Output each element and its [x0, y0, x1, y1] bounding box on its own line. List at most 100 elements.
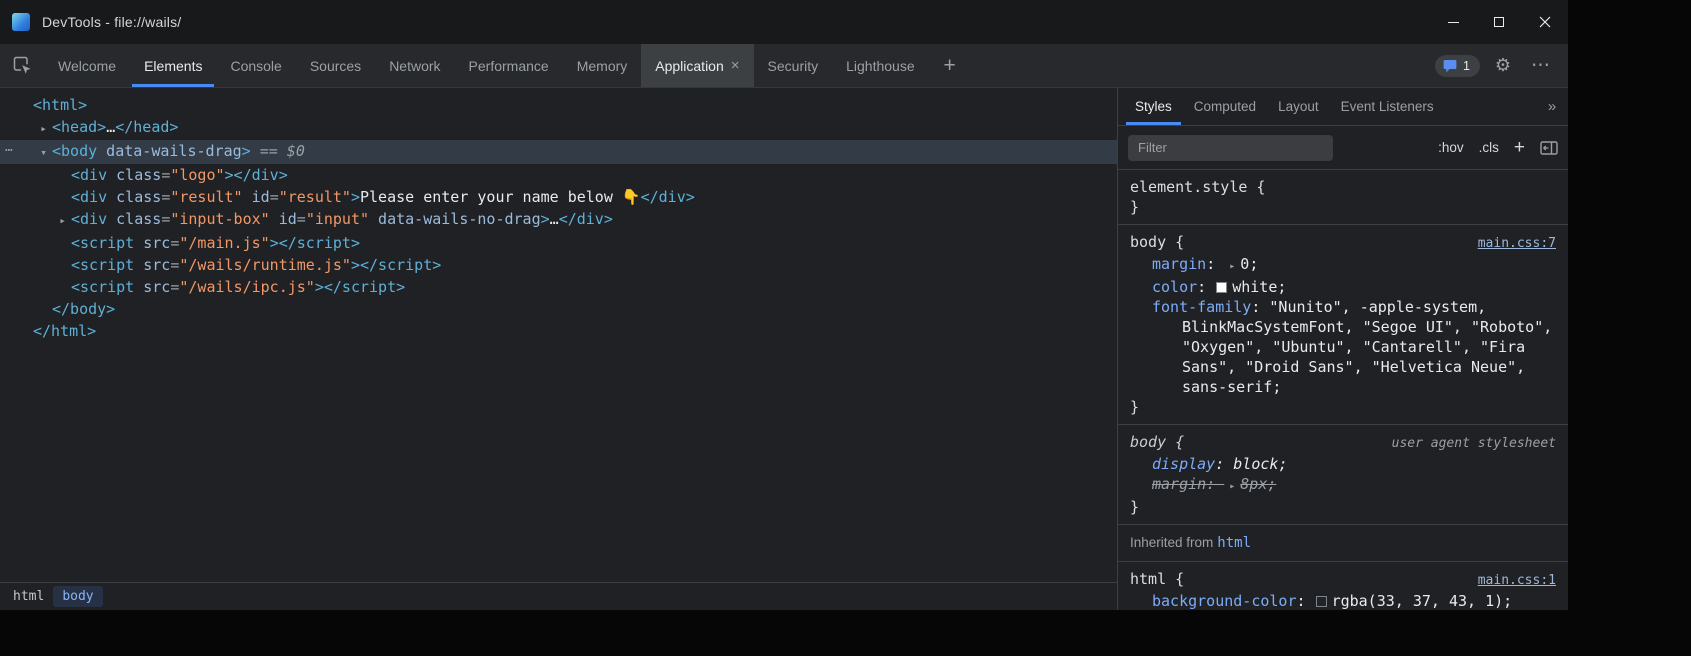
tab-security[interactable]: Security — [754, 44, 833, 87]
code-token: = — [297, 210, 306, 228]
tab-close-icon[interactable]: × — [731, 58, 740, 73]
expand-arrow-icon[interactable]: ▸ — [54, 210, 71, 232]
more-actions-icon[interactable]: ⋯ — [5, 140, 13, 162]
tab-application[interactable]: Application× — [641, 44, 753, 87]
tab-lighthouse[interactable]: Lighthouse — [832, 44, 929, 87]
close-icon — [1539, 16, 1551, 28]
tab-elements[interactable]: Elements — [130, 44, 216, 87]
tab-memory[interactable]: Memory — [563, 44, 642, 87]
css-declaration[interactable]: margin: ▸ 8px; — [1130, 474, 1556, 497]
code-token: > — [242, 142, 251, 160]
class-toggle[interactable]: .cls — [1479, 140, 1499, 155]
window-title: DevTools - file://wails/ — [42, 14, 181, 30]
issues-bubble-icon — [1443, 59, 1457, 73]
tree-row[interactable]: ▸<head>…</head> — [0, 116, 1117, 140]
tab-sources[interactable]: Sources — [296, 44, 375, 87]
issues-badge[interactable]: 1 — [1435, 55, 1480, 77]
tree-row[interactable]: </body> — [0, 298, 1117, 320]
hover-state-toggle[interactable]: :hov — [1438, 140, 1464, 155]
css-selector[interactable]: html { — [1130, 569, 1184, 589]
css-property-value[interactable]: rgba(33, 37, 43, 1) — [1332, 592, 1504, 610]
code-token: > — [351, 188, 360, 206]
settings-button[interactable]: ⚙ — [1488, 51, 1518, 81]
computed-sidebar-toggle-button[interactable] — [1540, 141, 1558, 155]
tab-welcome[interactable]: Welcome — [44, 44, 130, 87]
breadcrumb-item-body[interactable]: body — [53, 586, 102, 607]
css-semicolon: ; — [1503, 592, 1512, 610]
styles-tab-styles[interactable]: Styles — [1124, 88, 1183, 125]
close-button[interactable] — [1522, 0, 1568, 44]
css-declaration[interactable]: font-family: "Nunito", -apple-system, Bl… — [1130, 297, 1556, 397]
rule-header: html { main.css:1 — [1130, 569, 1556, 591]
code-token: </div> — [641, 188, 695, 206]
tree-row[interactable]: <script src="/wails/runtime.js"></script… — [0, 254, 1117, 276]
css-property-name[interactable]: display — [1152, 455, 1215, 473]
tabs-overflow-button[interactable]: » — [1536, 88, 1568, 125]
rule-close-brace: } — [1130, 497, 1556, 517]
add-tab-button[interactable]: + — [929, 44, 971, 87]
css-property-value[interactable]: block — [1233, 455, 1278, 473]
css-property-name[interactable]: background-color — [1152, 592, 1297, 610]
css-declaration[interactable]: display: block; — [1130, 454, 1556, 474]
new-style-rule-button[interactable]: + — [1514, 137, 1525, 159]
stylesheet-link[interactable]: main.css:1 — [1468, 571, 1556, 591]
css-property-name[interactable]: font-family — [1152, 298, 1251, 316]
expand-arrow-icon[interactable]: ▾ — [35, 142, 52, 164]
stylesheet-link[interactable]: main.css:7 — [1468, 234, 1556, 254]
tree-row[interactable]: <html> — [0, 94, 1117, 116]
shorthand-expand-icon[interactable]: ▸ — [1229, 257, 1235, 277]
color-swatch[interactable] — [1216, 282, 1227, 293]
code-token: = — [161, 210, 170, 228]
shorthand-expand-icon[interactable]: ▸ — [1229, 477, 1235, 497]
css-property-value[interactable]: 8px — [1240, 475, 1267, 493]
expand-arrow-icon[interactable]: ▸ — [35, 118, 52, 140]
code-token: </body> — [52, 300, 115, 318]
styles-filter-input[interactable] — [1128, 135, 1333, 161]
maximize-button[interactable] — [1476, 0, 1522, 44]
css-declaration[interactable]: background-color: rgba(33, 37, 43, 1); — [1130, 591, 1556, 610]
code-token: "input" — [306, 210, 369, 228]
inspect-element-button[interactable] — [0, 44, 44, 87]
code-token: "/main.js" — [179, 234, 269, 252]
breadcrumb-item-html[interactable]: html — [4, 586, 53, 607]
tree-row[interactable]: ▸<div class="input-box" id="input" data-… — [0, 208, 1117, 232]
inspect-cursor-icon — [13, 56, 32, 75]
style-rule: html {main.css:1background-color: rgba(3… — [1118, 562, 1568, 610]
tree-row[interactable]: ⋯▾<body data-wails-drag> == $0 — [0, 140, 1117, 164]
inherited-element-link[interactable]: html — [1217, 535, 1251, 551]
styles-tab-layout[interactable]: Layout — [1267, 88, 1330, 125]
code-token: <div — [71, 166, 107, 184]
css-property-value[interactable]: 0 — [1240, 255, 1249, 273]
css-selector[interactable]: body { — [1130, 232, 1184, 252]
code-token: "result" — [279, 188, 351, 206]
code-token: = — [161, 188, 170, 206]
css-colon: : — [1297, 592, 1315, 610]
css-property-name[interactable]: color — [1152, 278, 1197, 296]
tab-network[interactable]: Network — [375, 44, 454, 87]
tree-row[interactable]: <div class="result" id="result">Please e… — [0, 186, 1117, 208]
styles-tab-computed[interactable]: Computed — [1183, 88, 1267, 125]
rule-header: element.style { — [1130, 177, 1556, 197]
css-property-name[interactable]: margin — [1152, 475, 1206, 493]
css-selector[interactable]: body { — [1130, 432, 1184, 452]
tree-row[interactable]: <script src="/main.js"></script> — [0, 232, 1117, 254]
minimize-button[interactable] — [1430, 0, 1476, 44]
code-token: "/wails/runtime.js" — [179, 256, 351, 274]
tree-row[interactable]: </html> — [0, 320, 1117, 342]
more-menu-button[interactable]: ⋯ — [1526, 51, 1556, 81]
css-declaration[interactable]: margin: ▸ 0; — [1130, 254, 1556, 277]
tree-row[interactable]: <script src="/wails/ipc.js"></script> — [0, 276, 1117, 298]
inherited-from-header: Inherited fromhtml — [1118, 525, 1568, 562]
tab-console[interactable]: Console — [216, 44, 295, 87]
code-token: class — [107, 210, 161, 228]
code-token: </html> — [33, 322, 96, 340]
css-declaration[interactable]: color: white; — [1130, 277, 1556, 297]
css-property-value[interactable]: white — [1232, 278, 1277, 296]
sidebar-toggle-icon — [1540, 141, 1558, 155]
tab-performance[interactable]: Performance — [455, 44, 563, 87]
color-swatch[interactable] — [1316, 596, 1327, 607]
css-property-name[interactable]: margin — [1152, 255, 1206, 273]
css-selector[interactable]: element.style { — [1130, 177, 1265, 197]
styles-tab-event-listeners[interactable]: Event Listeners — [1330, 88, 1445, 125]
tree-row[interactable]: <div class="logo"></div> — [0, 164, 1117, 186]
